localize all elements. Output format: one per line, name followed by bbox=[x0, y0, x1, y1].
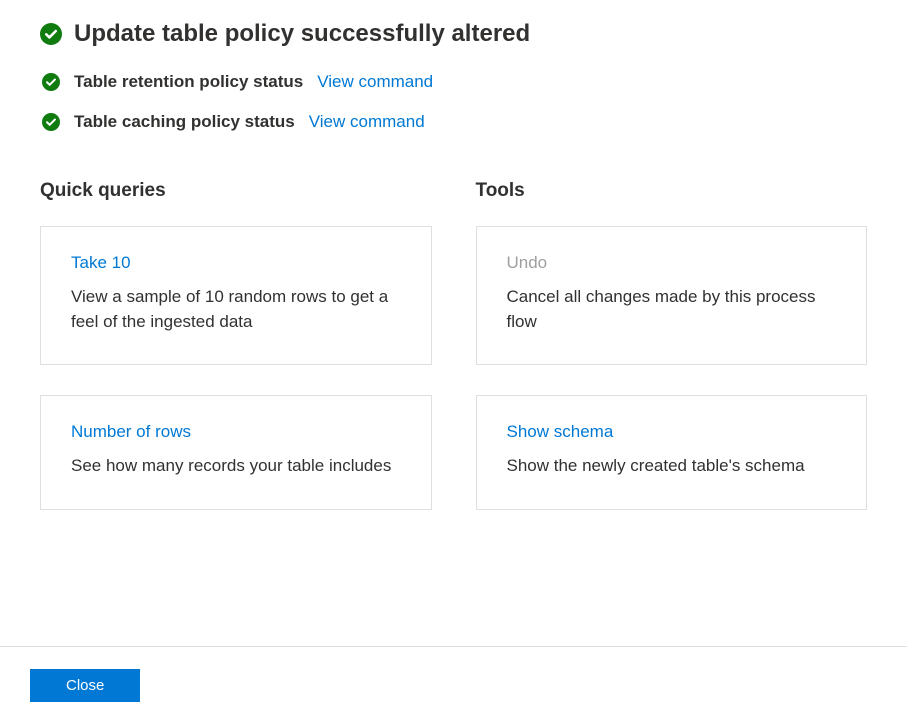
card-title-show-schema[interactable]: Show schema bbox=[507, 422, 614, 442]
card-take-10[interactable]: Take 10 View a sample of 10 random rows … bbox=[40, 226, 432, 365]
view-command-link-caching[interactable]: View command bbox=[309, 112, 425, 132]
status-row-retention: Table retention policy status View comma… bbox=[40, 72, 867, 92]
check-circle-icon bbox=[42, 113, 60, 131]
status-row-caching: Table caching policy status View command bbox=[40, 112, 867, 132]
card-title-undo: Undo bbox=[507, 253, 548, 273]
card-desc: View a sample of 10 random rows to get a… bbox=[71, 285, 401, 334]
view-command-link-retention[interactable]: View command bbox=[317, 72, 433, 92]
header-row: Update table policy successfully altered bbox=[40, 20, 867, 48]
tools-column: Tools Undo Cancel all changes made by th… bbox=[476, 180, 868, 540]
footer: Close bbox=[0, 646, 907, 724]
status-label: Table retention policy status bbox=[74, 72, 303, 92]
card-desc: Cancel all changes made by this process … bbox=[507, 285, 837, 334]
card-desc: See how many records your table includes bbox=[71, 454, 401, 479]
card-desc: Show the newly created table's schema bbox=[507, 454, 837, 479]
quick-queries-heading: Quick queries bbox=[40, 180, 432, 202]
tools-heading: Tools bbox=[476, 180, 868, 202]
card-title-number-of-rows[interactable]: Number of rows bbox=[71, 422, 191, 442]
card-number-of-rows[interactable]: Number of rows See how many records your… bbox=[40, 395, 432, 510]
columns: Quick queries Take 10 View a sample of 1… bbox=[40, 180, 867, 540]
close-button[interactable]: Close bbox=[30, 669, 140, 702]
check-circle-icon bbox=[40, 23, 62, 45]
check-circle-icon bbox=[42, 73, 60, 91]
page-title: Update table policy successfully altered bbox=[74, 20, 530, 48]
card-title-take-10[interactable]: Take 10 bbox=[71, 253, 131, 273]
quick-queries-column: Quick queries Take 10 View a sample of 1… bbox=[40, 180, 432, 540]
card-show-schema[interactable]: Show schema Show the newly created table… bbox=[476, 395, 868, 510]
card-undo: Undo Cancel all changes made by this pro… bbox=[476, 226, 868, 365]
status-label: Table caching policy status bbox=[74, 112, 295, 132]
